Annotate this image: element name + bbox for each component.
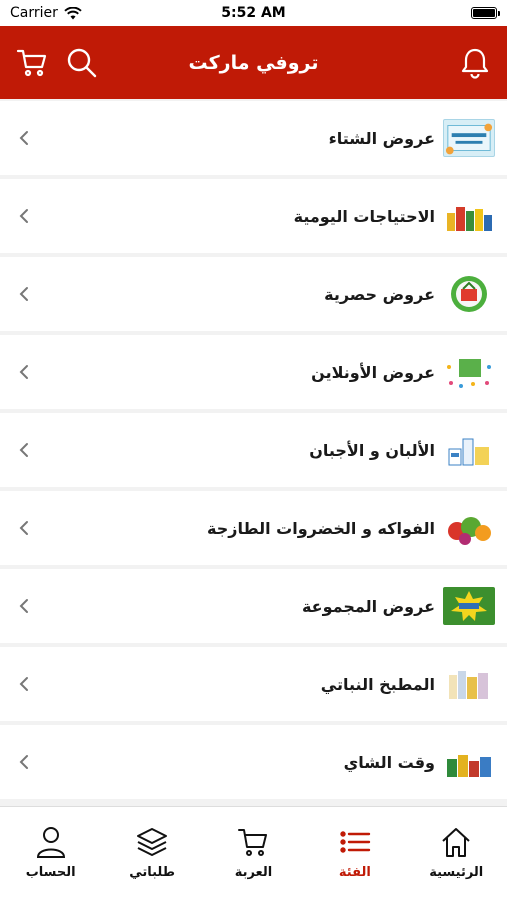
- chevron-left-icon: [16, 286, 32, 302]
- tab-home[interactable]: الرئيسية: [411, 825, 501, 880]
- online-offers-thumb: [443, 353, 495, 391]
- cart-icon: [238, 829, 268, 856]
- wifi-icon: [64, 6, 82, 19]
- group-offers-thumb: [443, 587, 495, 625]
- home-icon: [442, 828, 470, 857]
- category-list: عروض الشتاء الاحتياجات اليومية عروض حصري…: [0, 101, 507, 804]
- category-row-vegetarian-kitchen[interactable]: المطبخ النباتي: [0, 647, 507, 721]
- category-row-fruits-vegetables[interactable]: الفواكه و الخضروات الطازجة: [0, 491, 507, 565]
- chevron-left-icon: [16, 598, 32, 614]
- category-label: الاحتياجات اليومية: [293, 206, 435, 226]
- chevron-left-icon: [16, 364, 32, 380]
- search-icon[interactable]: [64, 45, 100, 81]
- category-label: عروض الشتاء: [328, 128, 435, 148]
- tab-cart[interactable]: العربة: [208, 825, 298, 880]
- category-label: المطبخ النباتي: [320, 674, 435, 694]
- winter-offers-thumb: [443, 119, 495, 157]
- category-row-dairy-cheese[interactable]: الألبان و الأجبان: [0, 413, 507, 487]
- user-icon: [36, 827, 65, 858]
- exclusive-offers-thumb: [443, 275, 495, 313]
- category-row-exclusive-offers[interactable]: عروض حصرية: [0, 257, 507, 331]
- fruits-vegetables-thumb: [443, 509, 495, 547]
- tab-my-orders[interactable]: طلباتي: [107, 825, 197, 880]
- category-row-winter-offers[interactable]: عروض الشتاء: [0, 101, 507, 175]
- category-row-online-offers[interactable]: عروض الأونلاين: [0, 335, 507, 409]
- category-label: وقت الشاي: [343, 752, 435, 772]
- tea-time-thumb: [443, 743, 495, 781]
- chevron-left-icon: [16, 676, 32, 692]
- chevron-left-icon: [16, 442, 32, 458]
- chevron-left-icon: [16, 208, 32, 224]
- cart-icon[interactable]: [14, 45, 50, 81]
- chevron-left-icon: [16, 130, 32, 146]
- tab-label: الفئة: [338, 865, 371, 880]
- list-icon: [340, 831, 371, 853]
- bell-icon[interactable]: [457, 45, 493, 81]
- category-label: الفواكه و الخضروات الطازجة: [207, 518, 435, 538]
- dairy-cheese-thumb: [443, 431, 495, 469]
- battery-icon: [471, 7, 500, 19]
- daily-needs-thumb: [443, 197, 495, 235]
- tab-label: طلباتي: [129, 865, 175, 880]
- tab-label: الرئيسية: [429, 865, 484, 880]
- bottom-tab-bar: الحساب طلباتي العربة الفئة الرئيسية: [0, 806, 507, 900]
- category-label: عروض الأونلاين: [311, 362, 435, 382]
- tab-label: الحساب: [25, 865, 76, 880]
- status-bar: Carrier 5:52 AM: [0, 0, 507, 26]
- layers-icon: [137, 828, 168, 856]
- category-label: عروض المجموعة: [301, 596, 435, 616]
- carrier-label: Carrier: [10, 5, 58, 21]
- category-label: عروض حصرية: [324, 284, 435, 304]
- chevron-left-icon: [16, 754, 32, 770]
- chevron-left-icon: [16, 520, 32, 536]
- category-row-daily-needs[interactable]: الاحتياجات اليومية: [0, 179, 507, 253]
- category-row-group-offers[interactable]: عروض المجموعة: [0, 569, 507, 643]
- tab-account[interactable]: الحساب: [6, 825, 96, 880]
- tab-label: العربة: [234, 865, 273, 880]
- category-row-tea-time[interactable]: وقت الشاي: [0, 725, 507, 799]
- tab-category[interactable]: الفئة: [310, 825, 400, 880]
- vegetarian-kitchen-thumb: [443, 665, 495, 703]
- category-label: الألبان و الأجبان: [309, 440, 435, 460]
- app-header: تروفي ماركت: [0, 26, 507, 99]
